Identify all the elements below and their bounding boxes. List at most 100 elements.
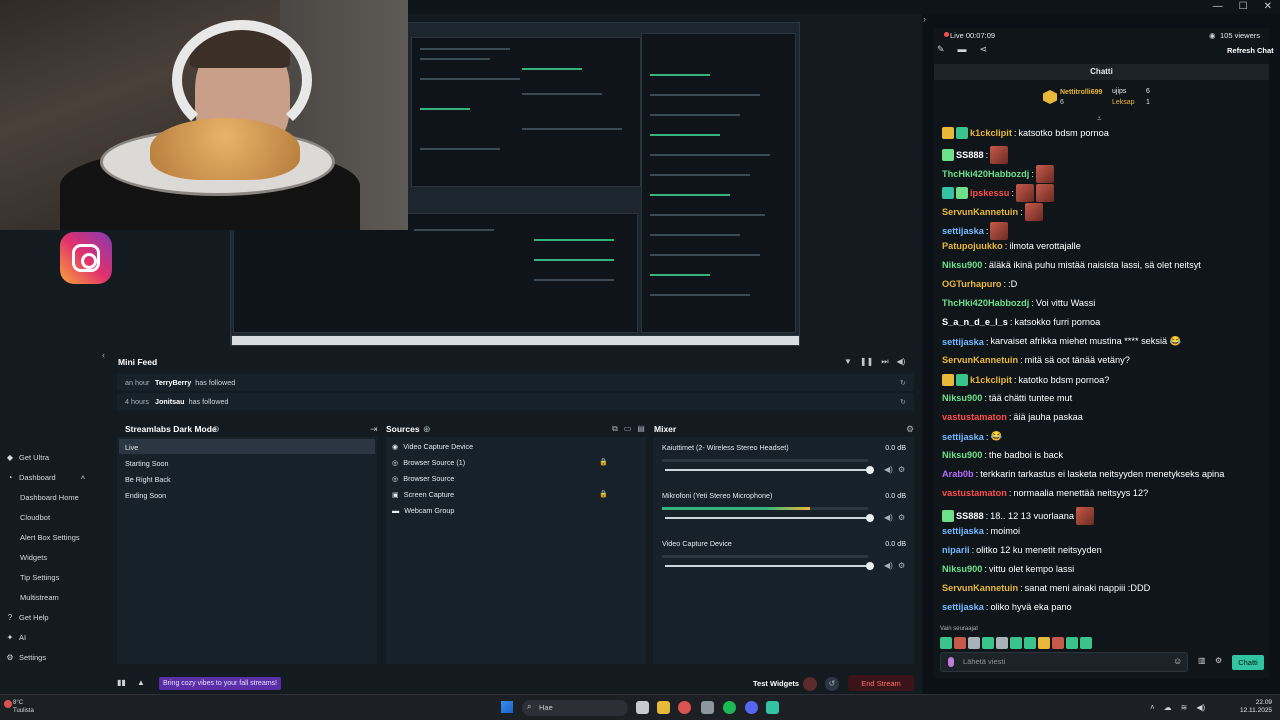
source-item[interactable]: ◉ Video Capture Device: [392, 442, 473, 451]
source-item[interactable]: ▣ Screen Capture: [392, 490, 454, 499]
folder-icon[interactable]: ▤: [637, 424, 645, 434]
emote-icon[interactable]: [940, 637, 952, 649]
volume-icon[interactable]: ◀): [884, 561, 893, 570]
emote-icon[interactable]: [968, 637, 980, 649]
folder-icon[interactable]: ▬: [958, 44, 967, 55]
volume-slider[interactable]: [665, 514, 874, 522]
sidebar-item-alert-box[interactable]: Alert Box Settings: [20, 533, 80, 542]
alert-icon[interactable]: ▲: [137, 678, 145, 687]
sidebar-item-dashboard-home[interactable]: Dashboard Home: [20, 493, 79, 502]
emote-icon[interactable]: [1024, 637, 1036, 649]
emote-icon[interactable]: [1052, 637, 1064, 649]
chat-username[interactable]: ipskessu: [970, 188, 1009, 198]
pause-icon[interactable]: ❚❚: [860, 357, 873, 367]
replay-icon[interactable]: ↻: [900, 397, 906, 406]
share-icon[interactable]: ⋖: [980, 44, 988, 55]
trash-icon[interactable]: ▥: [1198, 656, 1206, 665]
scene-item[interactable]: Live: [125, 443, 138, 452]
filter-icon[interactable]: ⧉: [612, 424, 618, 434]
taskbar-search[interactable]: Hae: [522, 700, 628, 716]
weather-widget[interactable]: 8°C Tuulista: [13, 699, 34, 715]
chat-send-button[interactable]: Chatti: [1232, 655, 1264, 670]
chevron-right-icon[interactable]: ›: [923, 14, 926, 24]
replay-buffer-button[interactable]: ↺: [825, 677, 839, 691]
scene-item[interactable]: Starting Soon: [125, 459, 169, 468]
lock-icon[interactable]: 🔒: [599, 490, 608, 498]
chat-username[interactable]: settijaska: [942, 526, 984, 536]
chat-username[interactable]: k1ckclipit: [970, 375, 1012, 385]
sidebar-item-get-ultra[interactable]: ◆ Get Ultra: [6, 453, 49, 462]
scene-item[interactable]: Ending Soon: [125, 491, 166, 500]
taskview-icon[interactable]: [636, 701, 649, 714]
source-item[interactable]: ◎ Browser Source: [392, 474, 454, 483]
close-button[interactable]: ✕: [1264, 1, 1272, 12]
chat-username[interactable]: vastustamaton: [942, 412, 1007, 422]
app-icon[interactable]: [701, 701, 714, 714]
sidebar-item-settings[interactable]: ⚙ Settings: [6, 653, 46, 662]
chat-username[interactable]: SS888: [956, 150, 984, 160]
record-button[interactable]: [803, 677, 817, 691]
add-source-icon[interactable]: ⊕: [423, 424, 431, 435]
source-item[interactable]: ◎ Browser Source (1): [392, 458, 465, 467]
add-scene-icon[interactable]: ⊕: [212, 424, 220, 435]
sidebar-item-ai[interactable]: ✦ AI: [6, 633, 26, 642]
chat-username[interactable]: OGTurhapuro: [942, 279, 1002, 289]
chat-username[interactable]: ServunKannetuin: [942, 355, 1018, 365]
stats-icon[interactable]: ▮▮: [117, 678, 126, 687]
sidebar-item-dashboard[interactable]: ◔ Dashboard ˄: [6, 473, 86, 482]
refresh-chat-button[interactable]: Refresh Chat: [1227, 46, 1274, 55]
discord-icon[interactable]: [745, 701, 758, 714]
emote-icon[interactable]: [1080, 637, 1092, 649]
chat-username[interactable]: Niksu900: [942, 450, 982, 460]
volume-icon[interactable]: ◀): [884, 513, 893, 522]
chat-username[interactable]: settijaska: [942, 337, 984, 347]
file-explorer-icon[interactable]: [657, 701, 670, 714]
emoji-icon[interactable]: ☺: [1173, 656, 1182, 666]
gear-icon[interactable]: ⚙: [898, 513, 905, 522]
taskbar-clock[interactable]: 22.09 12.11.2025: [1240, 699, 1272, 715]
chat-username[interactable]: ThcHki420Habbozdj: [942, 169, 1029, 179]
edit-icon[interactable]: ✎: [937, 44, 945, 55]
collection-icon[interactable]: ⇥: [370, 424, 378, 435]
gear-icon[interactable]: ⚙: [1215, 656, 1222, 665]
sidebar-item-cloudbot[interactable]: Cloudbot: [20, 513, 50, 522]
skip-icon[interactable]: ⏭: [881, 357, 888, 367]
volume-slider[interactable]: [665, 562, 874, 570]
emote-icon[interactable]: [1038, 637, 1050, 649]
replay-icon[interactable]: ↻: [900, 378, 906, 387]
chat-username[interactable]: S_a_n_d_e_l_s: [942, 317, 1008, 327]
chat-username[interactable]: settijaska: [942, 602, 984, 612]
chat-username[interactable]: settijaska: [942, 432, 984, 442]
chat-username[interactable]: settijaska: [942, 226, 984, 236]
chat-username[interactable]: ThcHki420Habbozdj: [942, 298, 1029, 308]
chevron-left-icon[interactable]: ‹: [102, 350, 105, 360]
end-stream-button[interactable]: End Stream: [848, 675, 914, 691]
sidebar-item-widgets[interactable]: Widgets: [20, 553, 47, 562]
wifi-icon[interactable]: ≋: [1181, 703, 1188, 712]
volume-icon[interactable]: ◀): [884, 465, 893, 474]
emote-icon[interactable]: [996, 637, 1008, 649]
streamlabs-icon[interactable]: [766, 701, 779, 714]
chat-username[interactable]: vastustamaton: [942, 488, 1007, 498]
chat-username[interactable]: k1ckclipit: [970, 128, 1012, 138]
emote-icon[interactable]: [1010, 637, 1022, 649]
chat-username[interactable]: Niksu900: [942, 260, 982, 270]
group-icon[interactable]: ▭: [624, 424, 632, 434]
scene-item[interactable]: Be Right Back: [125, 475, 171, 484]
spotify-icon[interactable]: [723, 701, 736, 714]
chat-username[interactable]: ServunKannetuin: [942, 583, 1018, 593]
chat-username[interactable]: SS888: [956, 511, 984, 521]
emote-icon[interactable]: [1066, 637, 1078, 649]
chat-username[interactable]: ServunKannetuin: [942, 207, 1018, 217]
source-item[interactable]: ▬ Webcam Group: [392, 506, 454, 515]
chat-username[interactable]: Arab0b: [942, 469, 974, 479]
gear-icon[interactable]: ⚙: [898, 561, 905, 570]
browser-icon[interactable]: [678, 701, 691, 714]
volume-slider[interactable]: [665, 466, 874, 474]
chevron-up-icon[interactable]: ˄: [1150, 703, 1155, 712]
gear-icon[interactable]: ⚙: [906, 424, 914, 435]
sidebar-item-get-help[interactable]: ? Get Help: [6, 613, 49, 622]
sidebar-item-multistream[interactable]: Multistream: [20, 593, 59, 602]
volume-icon[interactable]: ◀): [897, 357, 906, 367]
lock-icon[interactable]: 🔒: [599, 458, 608, 466]
